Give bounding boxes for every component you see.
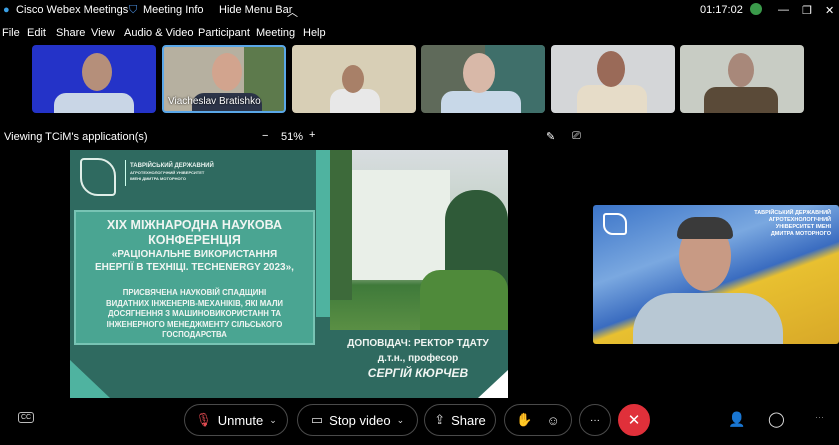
university-logo-icon: [603, 213, 627, 235]
meeting-timer: 01:17:02: [700, 4, 743, 16]
description-line: ПРИСВЯЧЕНА НАУКОВІЙ СПАДЩИНІ: [122, 288, 267, 297]
background-text: АГРОТЕХНОЛОГІЧНИЙ: [768, 217, 831, 223]
close-window-icon[interactable]: ✕: [825, 4, 834, 17]
speaker-name: СЕРГІЙ КЮРЧЕВ: [367, 366, 469, 380]
participant-video[interactable]: [292, 45, 416, 113]
title-line: ЕНЕРГІЇ В ТЕХНІЦІ. TECHENERGY 2023»,: [95, 261, 294, 273]
conference-title-box: XIX МІЖНАРОДНА НАУКОВА КОНФЕРЕНЦІЯ «РАЦІ…: [74, 210, 315, 345]
more-options-button[interactable]: ···: [579, 404, 611, 436]
unmute-label: Unmute: [217, 412, 264, 428]
title-line: XIX МІЖНАРОДНА НАУКОВА: [106, 218, 283, 232]
app-title: Cisco Webex Meetings: [16, 4, 129, 16]
webex-logo-icon: ●: [3, 4, 10, 16]
background-text: ТАВРІЙСЬКИЙ ДЕРЖАВНИЙ: [754, 210, 831, 216]
viewing-label: Viewing TCiM's application(s): [4, 131, 148, 143]
end-meeting-button[interactable]: ✕: [618, 404, 650, 436]
shield-icon: ⛉: [129, 4, 138, 16]
university-name: ТАВРІЙСЬКИЙ ДЕРЖАВНИЙ: [130, 163, 214, 169]
speaker-degree: д.т.н., професор: [377, 353, 459, 364]
participants-icon[interactable]: 👤: [728, 411, 745, 428]
share-label: Share: [451, 412, 486, 428]
menu-file[interactable]: File: [2, 27, 20, 39]
chevron-up-icon[interactable]: ︿: [287, 4, 298, 20]
menu-share[interactable]: Share: [56, 27, 85, 39]
title-line: «РАЦІОНАЛЬНЕ ВИКОРИСТАННЯ: [111, 249, 278, 260]
captions-icon[interactable]: CC: [18, 412, 35, 423]
reactions-group: ✋ ☺: [504, 404, 572, 436]
hide-menu-bar-button[interactable]: Hide Menu Bar: [219, 4, 292, 16]
security-shield-icon[interactable]: [750, 3, 762, 15]
zoom-in-button[interactable]: +: [309, 129, 315, 141]
description-line: ДОСЯГНЕННЯ З МАШИНОВИКОРИСТАНН ТА: [108, 309, 281, 318]
title-line: КОНФЕРЕНЦІЯ: [148, 233, 241, 247]
speaker-label: ДОПОВІДАЧ: РЕКТОР ТДАТУ: [347, 338, 489, 349]
university-sub2: ІМЕНІ ДМИТРА МОТОРНОГО: [130, 176, 186, 181]
share-button[interactable]: ⇪ Share: [424, 404, 496, 436]
participant-video-active[interactable]: Viacheslav Bratishko: [162, 45, 286, 113]
menu-audio-video[interactable]: Audio & Video: [124, 27, 194, 39]
background-text: УНІВЕРСИТЕТ ІМЕНІ: [775, 224, 831, 230]
description-line: ГОСПОДАРСТВА: [162, 330, 227, 339]
share-icon: ⇪: [434, 412, 446, 427]
minimize-icon[interactable]: —: [778, 4, 789, 16]
chevron-down-icon[interactable]: ⌄: [269, 415, 277, 426]
participant-video[interactable]: [551, 45, 675, 113]
mic-muted-icon: 🎙: [195, 412, 212, 427]
zoom-out-button[interactable]: −: [262, 130, 268, 142]
description-line: ВИДАТНИХ ІНЖЕНЕРІВ-МЕХАНІКІВ, ЯКІ МАЛИ: [105, 298, 284, 308]
remote-control-icon[interactable]: ⎚: [572, 130, 581, 143]
raise-hand-icon[interactable]: ✋: [516, 412, 532, 428]
meeting-info-button[interactable]: Meeting Info: [143, 4, 204, 16]
stop-video-label: Stop video: [329, 412, 391, 428]
menu-help[interactable]: Help: [303, 27, 326, 39]
university-logo-icon: [80, 158, 116, 196]
zoom-level: 51%: [281, 131, 304, 143]
more-panels-icon[interactable]: ···: [815, 412, 824, 422]
restore-icon[interactable]: ❐: [802, 4, 812, 17]
chat-icon[interactable]: ◯: [768, 410, 785, 428]
title-bar: ● Cisco Webex Meetings ⛉ Meeting Info Hi…: [0, 0, 839, 20]
participant-video[interactable]: [680, 45, 804, 113]
menu-view[interactable]: View: [91, 27, 115, 39]
share-view-bar: Viewing TCiM's application(s) − 51% + ✎ …: [0, 128, 839, 146]
emoji-reaction-icon[interactable]: ☺: [546, 413, 559, 428]
shared-slide: ТАВРІЙСЬКИЙ ДЕРЖАВНИЙ АГРОТЕХНОЛОГІЧНИЙ …: [70, 150, 508, 398]
chevron-down-icon[interactable]: ⌄: [397, 415, 405, 426]
stop-video-button[interactable]: ▭ Stop video ⌄: [297, 404, 418, 436]
menu-meeting[interactable]: Meeting: [256, 27, 295, 39]
background-text: ДМИТРА МОТОРНОГО: [770, 231, 831, 237]
menu-participant[interactable]: Participant: [198, 27, 250, 39]
unmute-button[interactable]: 🎙 Unmute ⌄: [184, 404, 288, 436]
participant-name: Viacheslav Bratishko: [168, 96, 261, 107]
video-camera-icon: ▭: [310, 412, 324, 427]
description-line: ІНЖЕНЕРНОГО МЕНЕДЖМЕНТУ СІЛЬСЬКОГО: [106, 319, 283, 329]
annotate-icon[interactable]: ✎: [546, 130, 555, 143]
meeting-controls: CC 🎙 Unmute ⌄ ▭ Stop video ⌄ ⇪ Share ✋ ☺…: [0, 404, 839, 440]
active-speaker-video[interactable]: ТАВРІЙСЬКИЙ ДЕРЖАВНИЙ АГРОТЕХНОЛОГІЧНИЙ …: [593, 205, 839, 344]
menu-edit[interactable]: Edit: [27, 27, 46, 39]
participant-video[interactable]: [421, 45, 545, 113]
university-building-photo: [330, 150, 508, 330]
participant-video[interactable]: [32, 45, 156, 113]
